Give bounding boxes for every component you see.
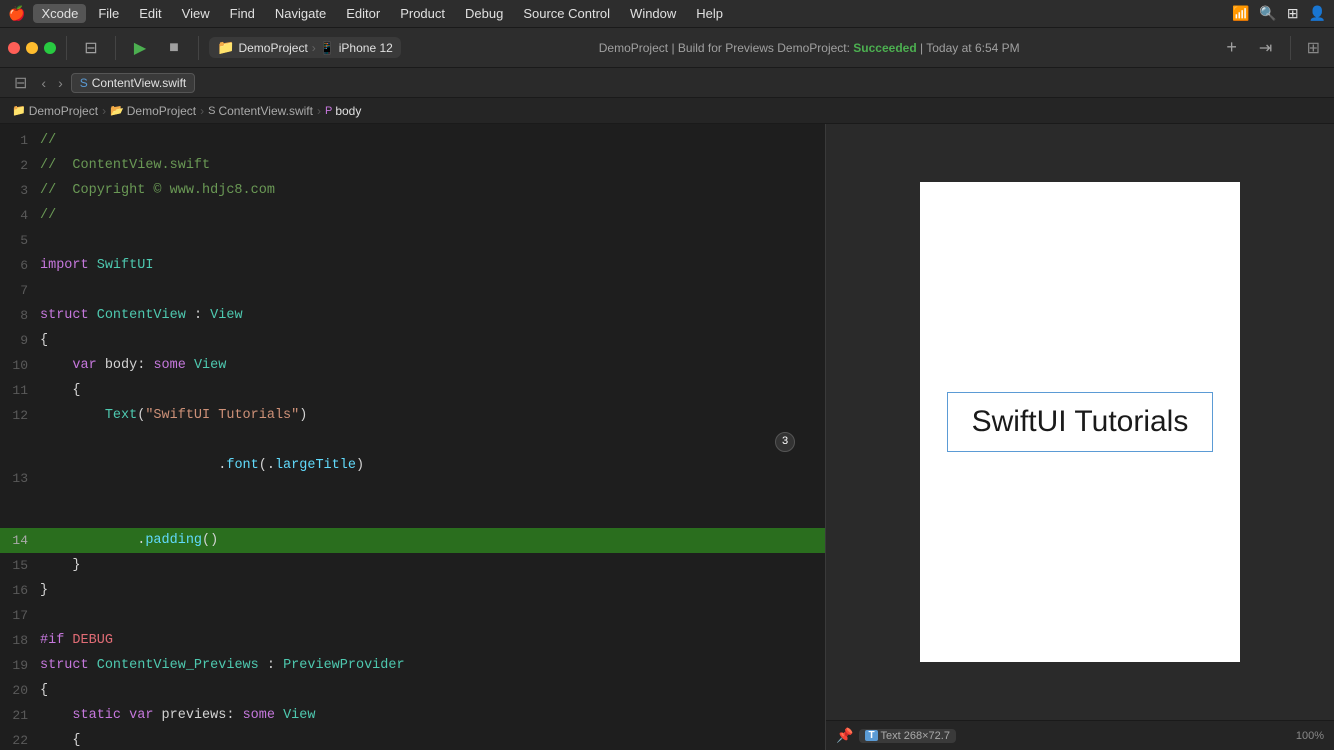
user-icon[interactable]: 👤 (1309, 5, 1326, 22)
zoom-level: 100% (1296, 730, 1324, 742)
folder-icon: 📁 (12, 104, 26, 117)
menu-edit[interactable]: Edit (131, 4, 169, 23)
close-button[interactable] (8, 42, 20, 54)
code-line-18: 18 #if DEBUG (0, 628, 825, 653)
menu-view[interactable]: View (174, 4, 218, 23)
wifi-icon: 📶 (1232, 5, 1249, 22)
code-line-5: 5 (0, 228, 825, 253)
maximize-button[interactable] (44, 42, 56, 54)
breadcrumb-project[interactable]: 📁 DemoProject (12, 104, 98, 118)
inspector-toggle-button[interactable]: ⊞ (1301, 36, 1326, 60)
menu-bar: 🍎 Xcode File Edit View Find Navigate Edi… (0, 0, 1334, 28)
folder-yellow-icon: 📂 (110, 104, 124, 117)
phone-icon: 📱 (320, 41, 335, 55)
code-line-11: 11 { (0, 378, 825, 403)
toolbar-separator-2 (115, 36, 116, 60)
scheme-name: DemoProject (238, 41, 307, 55)
code-line-21: 21 static var previews: some View (0, 703, 825, 728)
apple-logo-icon: 🍎 (8, 5, 25, 22)
breakpoint-badge: 3 (775, 432, 795, 452)
menu-debug[interactable]: Debug (457, 4, 511, 23)
code-line-2: 2 // ContentView.swift (0, 153, 825, 178)
add-button[interactable]: + (1218, 36, 1246, 60)
minimize-button[interactable] (26, 42, 38, 54)
chevron-right-icon: › (312, 41, 316, 55)
preview-swiftui-text: SwiftUI Tutorials (947, 392, 1214, 452)
breadcrumb-file[interactable]: S ContentView.swift (208, 104, 313, 118)
breadcrumb-group[interactable]: 📂 DemoProject (110, 104, 196, 118)
tab-contentview-swift[interactable]: S ContentView.swift (71, 73, 196, 93)
code-line-12: 12 Text("SwiftUI Tutorials") (0, 403, 825, 428)
code-line-19: 19 struct ContentView_Previews : Preview… (0, 653, 825, 678)
toolbar-separator-3 (198, 36, 199, 60)
code-line-16: 16 } (0, 578, 825, 603)
project-icon: 📁 (217, 39, 234, 56)
control-center-icon[interactable]: ⊞ (1287, 5, 1299, 22)
property-icon: P (325, 105, 332, 117)
device-name: iPhone 12 (339, 41, 393, 55)
code-line-22: 22 { (0, 728, 825, 750)
menu-editor[interactable]: Editor (338, 4, 388, 23)
code-line-9: 9 { (0, 328, 825, 353)
element-type-badge: T Text 268×72.7 (859, 729, 956, 743)
preview-panel: SwiftUI Tutorials 📌 T Text 268×72.7 100% (826, 124, 1334, 750)
code-line-14: 14 .padding() (0, 528, 825, 553)
sidebar-toggle-button[interactable]: ⊟ (77, 36, 105, 60)
build-status: DemoProject | Build for Previews DemoPro… (407, 41, 1212, 55)
menu-source-control[interactable]: Source Control (515, 4, 618, 23)
menu-product[interactable]: Product (392, 4, 453, 23)
menu-file[interactable]: File (90, 4, 127, 23)
code-line-17: 17 (0, 603, 825, 628)
status-text: DemoProject | Build for Previews DemoPro… (599, 41, 1020, 55)
code-line-10: 10 var body: some View (0, 353, 825, 378)
jump-bar-button[interactable]: ⇥ (1252, 36, 1280, 60)
forward-button[interactable]: › (54, 73, 67, 93)
code-line-7: 7 (0, 278, 825, 303)
preview-footer: 📌 T Text 268×72.7 100% (826, 720, 1334, 750)
main-area: 1 // 2 // ContentView.swift 3 // Copyrig… (0, 124, 1334, 750)
stop-button[interactable]: ■ (160, 36, 188, 60)
code-line-1: 1 // (0, 128, 825, 153)
code-line-13: 13 .font(.largeTitle) 3 (0, 428, 825, 528)
code-line-6: 6 import SwiftUI (0, 253, 825, 278)
search-menu-icon[interactable]: 🔍 (1259, 5, 1276, 22)
code-editor[interactable]: 1 // 2 // ContentView.swift 3 // Copyrig… (0, 124, 825, 750)
swift-file-icon: S (80, 76, 88, 90)
toolbar-separator-4 (1290, 36, 1291, 60)
element-info: Text 268×72.7 (881, 730, 950, 742)
menu-window[interactable]: Window (622, 4, 684, 23)
toolbar: ⊟ ▶ ■ 📁 DemoProject › 📱 iPhone 12 DemoPr… (0, 28, 1334, 68)
menu-help[interactable]: Help (688, 4, 731, 23)
toolbar-separator (66, 36, 67, 60)
tab-bar: ⊟ ‹ › S ContentView.swift (0, 68, 1334, 98)
menu-find[interactable]: Find (222, 4, 263, 23)
code-line-8: 8 struct ContentView : View (0, 303, 825, 328)
tab-label: ContentView.swift (92, 76, 187, 90)
code-line-3: 3 // Copyright © www.hdjc8.com (0, 178, 825, 203)
code-line-15: 15 } (0, 553, 825, 578)
pin-preview-button[interactable]: 📌 (836, 727, 853, 744)
code-line-20: 20 { (0, 678, 825, 703)
scheme-selector[interactable]: 📁 DemoProject › 📱 iPhone 12 (209, 37, 401, 58)
preview-canvas: SwiftUI Tutorials (826, 124, 1334, 720)
preview-device: SwiftUI Tutorials (920, 182, 1240, 662)
breadcrumb-symbol[interactable]: P body (325, 104, 361, 118)
menu-navigate[interactable]: Navigate (267, 4, 334, 23)
back-button[interactable]: ‹ (37, 73, 50, 93)
menu-xcode[interactable]: Xcode (33, 4, 86, 23)
navigator-icon[interactable]: ⊟ (8, 71, 33, 95)
run-button[interactable]: ▶ (126, 36, 154, 60)
code-line-4: 4 // (0, 203, 825, 228)
code-content[interactable]: 1 // 2 // ContentView.swift 3 // Copyrig… (0, 124, 825, 750)
breadcrumb: 📁 DemoProject › 📂 DemoProject › S Conten… (0, 98, 1334, 124)
swift-breadcrumb-icon: S (208, 105, 215, 117)
